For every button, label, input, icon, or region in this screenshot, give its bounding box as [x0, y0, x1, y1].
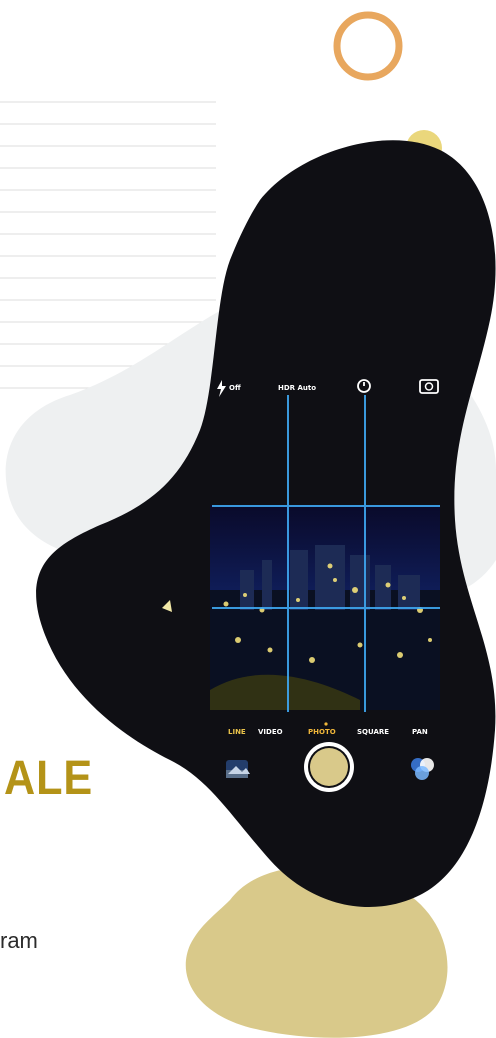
mode-square[interactable]: SQUARE: [357, 728, 389, 736]
body-text-fragment: ram: [0, 928, 38, 953]
mode-pan[interactable]: PAN: [412, 728, 428, 736]
mode-line[interactable]: LINE: [228, 728, 246, 736]
thumbnail-button[interactable]: [226, 760, 250, 778]
hdr-label[interactable]: HDR Auto: [278, 384, 316, 392]
ring-decoration: [333, 11, 403, 81]
selected-mode-dot: [324, 722, 328, 726]
shutter-icon[interactable]: [304, 742, 354, 792]
mode-video[interactable]: VIDEO: [258, 728, 283, 736]
decorative-canvas: Off HDR Auto LINE VIDEO PHOTO SQUARE PAN: [0, 11, 496, 1038]
headline-fragment: ALE: [4, 752, 94, 805]
flash-label: Off: [229, 384, 241, 392]
mode-photo[interactable]: PHOTO: [308, 728, 336, 736]
